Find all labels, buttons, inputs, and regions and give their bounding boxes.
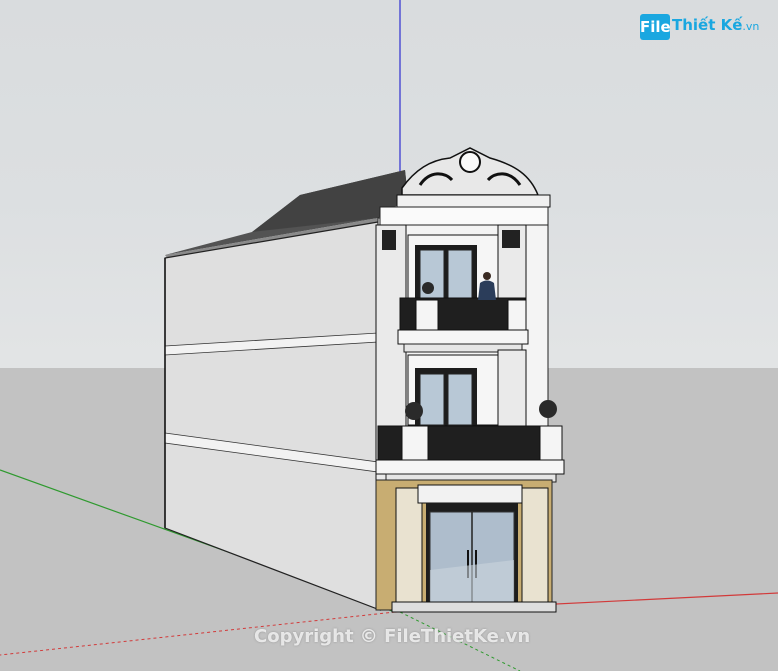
glass-door-right-upper	[447, 249, 473, 301]
copyright-watermark: Copyright © FileThietKe.vn	[254, 626, 531, 647]
left-column	[395, 487, 423, 607]
side-wall	[164, 221, 381, 611]
glass-door-left-upper	[419, 249, 445, 301]
planter-urn-icon	[422, 282, 434, 294]
site-logo: File Thiết Kế.vn	[640, 14, 770, 42]
front-facade	[375, 147, 565, 613]
model-scene[interactable]	[0, 0, 778, 671]
logo-name: Thiết Kế.vn	[672, 16, 759, 34]
logo-suffix: .vn	[742, 20, 760, 33]
logo-badge: File	[640, 14, 671, 40]
right-column	[521, 487, 549, 607]
sketchup-viewport[interactable]: File Thiết Kế.vn Copyright © FileThietKe…	[0, 0, 778, 671]
planter-urn-icon	[539, 400, 557, 418]
planter-urn-icon	[405, 402, 423, 420]
logo-name-text: Thiết Kế	[672, 16, 743, 34]
glass-door-left-lower	[419, 373, 445, 426]
glass-door-right-lower	[447, 373, 473, 426]
